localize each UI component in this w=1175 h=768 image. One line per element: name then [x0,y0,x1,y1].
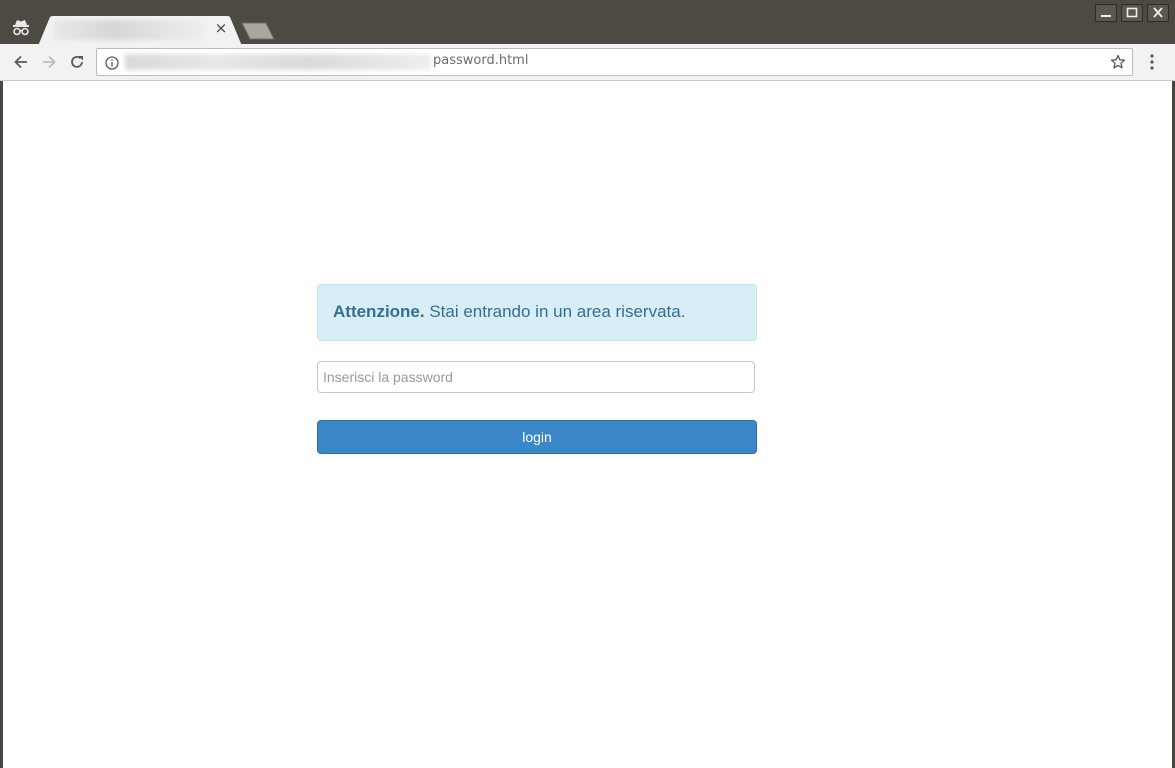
url-text: password.html [433,53,529,68]
address-bar[interactable]: password.html [96,48,1133,76]
window-close-button[interactable] [1147,4,1169,22]
back-arrow-icon[interactable] [11,52,31,72]
reload-icon[interactable] [67,52,87,72]
kebab-menu-icon[interactable] [1144,53,1160,71]
forward-arrow-icon[interactable] [39,52,59,72]
tab-title [54,20,204,40]
alert-strong: Attenzione. [333,302,425,321]
star-icon[interactable] [1110,54,1126,70]
new-tab-button[interactable] [240,22,276,44]
tab-close-icon[interactable]: × [214,21,228,36]
window-minimize-button[interactable] [1095,4,1117,22]
window-maximize-button[interactable] [1121,4,1143,22]
browser-titlebar: × [0,0,1175,46]
alert-message: Stai entrando in un area riservata. [424,302,686,321]
info-alert: Attenzione. Stai entrando in un area ris… [317,284,757,341]
login-button[interactable]: login [317,420,757,454]
browser-toolbar: password.html [0,44,1175,81]
browser-tab-active[interactable]: × [38,16,242,46]
incognito-icon [11,17,31,37]
info-icon[interactable] [105,55,119,70]
page-content: Attenzione. Stai entrando in un area ris… [3,81,1172,768]
url-redacted [125,54,431,70]
password-input[interactable] [317,361,755,393]
